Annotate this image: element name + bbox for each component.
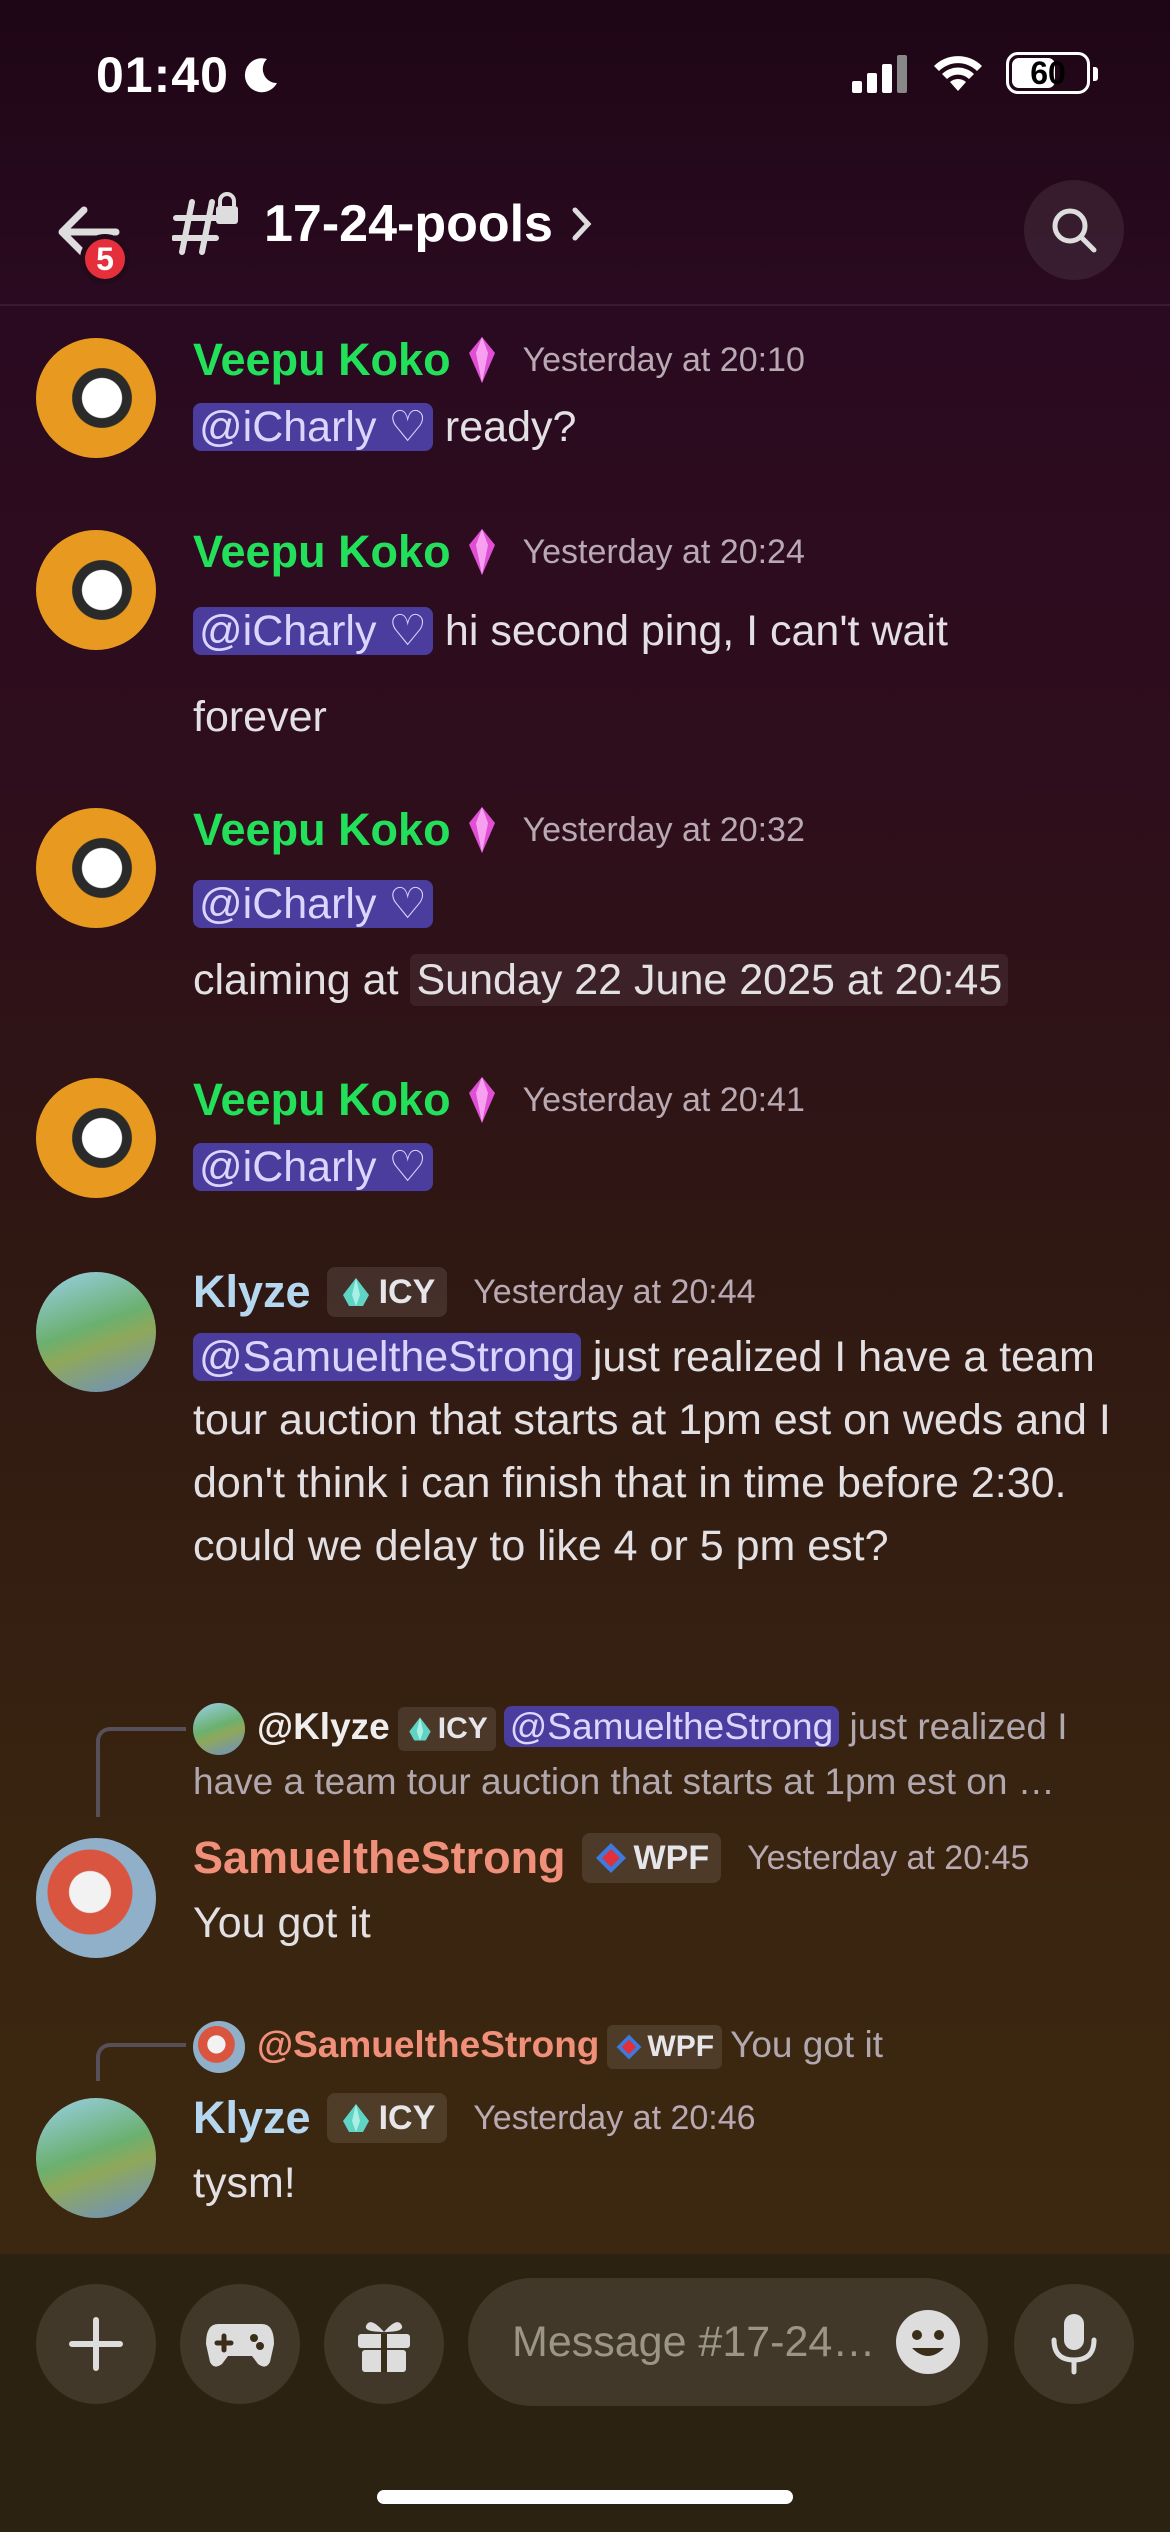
gem-icon: [468, 1077, 495, 1123]
message-content: @SamueltheStrong just realized I have a …: [193, 1333, 1111, 1570]
reply-server-tag: WPF: [607, 2025, 723, 2070]
message-timestamp: Yesterday at 20:24: [522, 532, 805, 571]
reply-server-tag: ICY: [397, 1707, 496, 1752]
reply-avatar: [193, 2021, 245, 2074]
message-timestamp: Yesterday at 20:10: [522, 340, 805, 379]
message[interactable]: Veepu Koko Yesterday at 20:10 @iCharly ♡…: [0, 330, 1170, 480]
avatar[interactable]: [36, 338, 156, 458]
user-mention[interactable]: @SamueltheStrong: [193, 1333, 581, 1381]
avatar[interactable]: [36, 808, 156, 928]
message-content: @iCharly ♡ ready?: [193, 396, 1143, 459]
reply-avatar: [193, 1703, 245, 1756]
avatar[interactable]: [36, 1272, 156, 1392]
gift-button[interactable]: [324, 2284, 444, 2404]
message-timestamp: Yesterday at 20:44: [473, 1272, 756, 1311]
voice-message-button[interactable]: [1014, 2284, 1134, 2404]
author-name[interactable]: Veepu Koko: [193, 804, 451, 856]
chevron-right-icon: [572, 207, 592, 241]
reply-connector: [96, 1727, 186, 1817]
channel-header: 5 17-24-pools: [0, 150, 1170, 306]
author-name[interactable]: Klyze: [193, 1266, 311, 1318]
server-tag[interactable]: ICY: [326, 2093, 448, 2143]
system-icons: 60: [852, 52, 1098, 94]
gem-icon: [468, 337, 495, 383]
message-content: @iCharly ♡: [193, 1136, 1143, 1199]
message-input[interactable]: Message #17-24…: [468, 2278, 988, 2406]
moon-icon: [244, 58, 277, 93]
search-icon: [1052, 208, 1097, 253]
author-name[interactable]: SamueltheStrong: [193, 1832, 566, 1884]
message[interactable]: Veepu Koko Yesterday at 20:41 @iCharly ♡: [0, 1070, 1170, 1220]
message[interactable]: Klyze ICY Yesterday at 20:46 tysm!: [0, 2090, 1170, 2230]
channel-title[interactable]: 17-24-pools: [264, 194, 593, 254]
message[interactable]: Veepu Koko Yesterday at 20:24 @iCharly ♡…: [0, 522, 1170, 752]
author-name[interactable]: Veepu Koko: [193, 1074, 451, 1126]
gift-icon: [358, 2322, 410, 2372]
unread-badge: 5: [80, 234, 130, 284]
status-time: 01:40: [96, 46, 281, 104]
avatar[interactable]: [36, 2098, 156, 2218]
message[interactable]: Veepu Koko Yesterday at 20:32 @iCharly ♡…: [0, 800, 1170, 1020]
message-content: @iCharly ♡ claiming at Sunday 22 June 20…: [193, 866, 1143, 1018]
plus-icon: [69, 2317, 123, 2371]
diamond-icon: [617, 2034, 642, 2060]
message[interactable]: SamueltheStrong WPF Yesterday at 20:45 Y…: [0, 1826, 1170, 1958]
reply-preview[interactable]: @Klyze ICY @SamueltheStrong just realized …: [193, 1700, 1133, 1809]
message-timestamp: Yesterday at 20:32: [522, 810, 805, 849]
search-button[interactable]: [1024, 180, 1124, 280]
user-mention[interactable]: @iCharly ♡: [193, 403, 433, 451]
message-timestamp: Yesterday at 20:45: [747, 1838, 1030, 1877]
user-mention[interactable]: @iCharly ♡: [193, 607, 433, 655]
user-mention[interactable]: @iCharly ♡: [193, 880, 433, 928]
ice-crystal-icon: [342, 1278, 369, 1306]
gem-icon: [468, 807, 495, 853]
reply-connector: [96, 2043, 186, 2081]
server-tag[interactable]: WPF: [581, 1833, 722, 1883]
avatar[interactable]: [36, 1838, 156, 1958]
message-timestamp: Yesterday at 20:41: [522, 1080, 805, 1119]
battery-icon: 60: [1006, 52, 1098, 94]
gem-icon: [468, 529, 495, 575]
wifi-icon: [934, 56, 982, 91]
reply-author[interactable]: @SamueltheStrong: [257, 2024, 599, 2065]
status-bar: 01:40 60: [0, 0, 1170, 150]
ice-crystal-icon: [342, 2104, 369, 2132]
reply-preview[interactable]: @SamueltheStrong WPF You got it: [193, 2018, 1133, 2074]
author-name[interactable]: Veepu Koko: [193, 526, 451, 578]
activities-button[interactable]: [180, 2284, 300, 2404]
add-button[interactable]: [36, 2284, 156, 2404]
gamepad-icon: [206, 2324, 274, 2367]
author-name[interactable]: Veepu Koko: [193, 334, 451, 386]
timestamp-embed[interactable]: Sunday 22 June 2025 at 20:45: [410, 954, 1009, 1006]
emoji-icon[interactable]: [894, 2308, 962, 2376]
microphone-icon: [1051, 2314, 1097, 2375]
home-indicator[interactable]: [377, 2490, 793, 2504]
signal-icon: [852, 55, 907, 93]
reply-author[interactable]: @Klyze: [257, 1706, 390, 1747]
message-timestamp: Yesterday at 20:46: [473, 2098, 756, 2137]
server-tag[interactable]: ICY: [326, 1267, 448, 1317]
avatar[interactable]: [36, 530, 156, 650]
diamond-icon: [595, 1843, 626, 1873]
ice-crystal-icon: [409, 1717, 431, 1741]
locked-channel-icon: [172, 192, 238, 255]
reply-mention: @SamueltheStrong: [503, 1706, 840, 1747]
message-content: You got it: [193, 1899, 371, 1947]
user-mention[interactable]: @iCharly ♡: [193, 1143, 433, 1191]
author-name[interactable]: Klyze: [193, 2092, 311, 2144]
message[interactable]: Klyze ICY Yesterday at 20:44 @SamueltheS…: [0, 1262, 1170, 1642]
message-content: @iCharly ♡ hi second ping, I can't wait …: [193, 607, 948, 741]
avatar[interactable]: [36, 1078, 156, 1198]
message-input-placeholder: Message #17-24…: [512, 2317, 876, 2366]
message-content: tysm!: [193, 2159, 296, 2207]
